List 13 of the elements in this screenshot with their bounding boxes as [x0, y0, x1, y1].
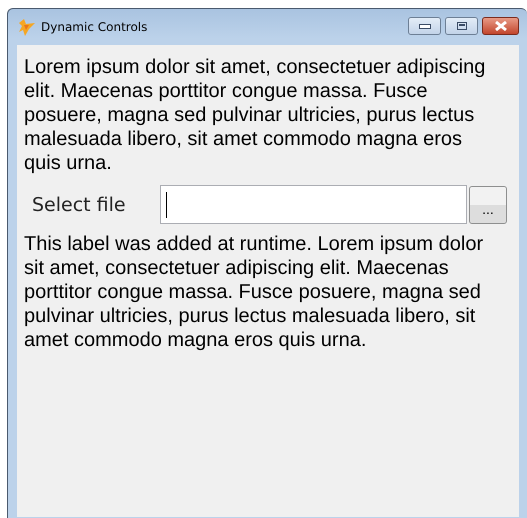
app-icon	[17, 17, 37, 37]
browse-button[interactable]: ...	[469, 186, 507, 224]
maximize-icon	[456, 22, 466, 30]
file-path-field[interactable]	[160, 185, 467, 224]
field-label: Select file	[32, 192, 127, 216]
description-text: Lorem ipsum dolor sit amet, consectetuer adipiscing elit. Maecenas porttitor congue massa. Fusce posuere, magna sed pulvinar ultricies, purus lectus malesuada libero, sit amet commodo magna eros quis urna.	[24, 55, 486, 175]
minimize-button[interactable]	[408, 17, 441, 35]
window-title: Dynamic Controls	[41, 20, 148, 34]
maximize-button[interactable]	[445, 17, 478, 35]
runtime-label: This label was added at runtime. Lorem ipsum dolor sit amet, consectetuer adipiscing elit. Maecenas porttitor congue massa. Fusce posuere, magna sed pulvinar ultricies, purus lectus malesuada libero, sit amet commodo magna eros quis urna.	[24, 232, 484, 352]
close-icon	[494, 21, 508, 31]
close-button[interactable]	[482, 17, 519, 35]
minimize-icon	[418, 24, 430, 28]
